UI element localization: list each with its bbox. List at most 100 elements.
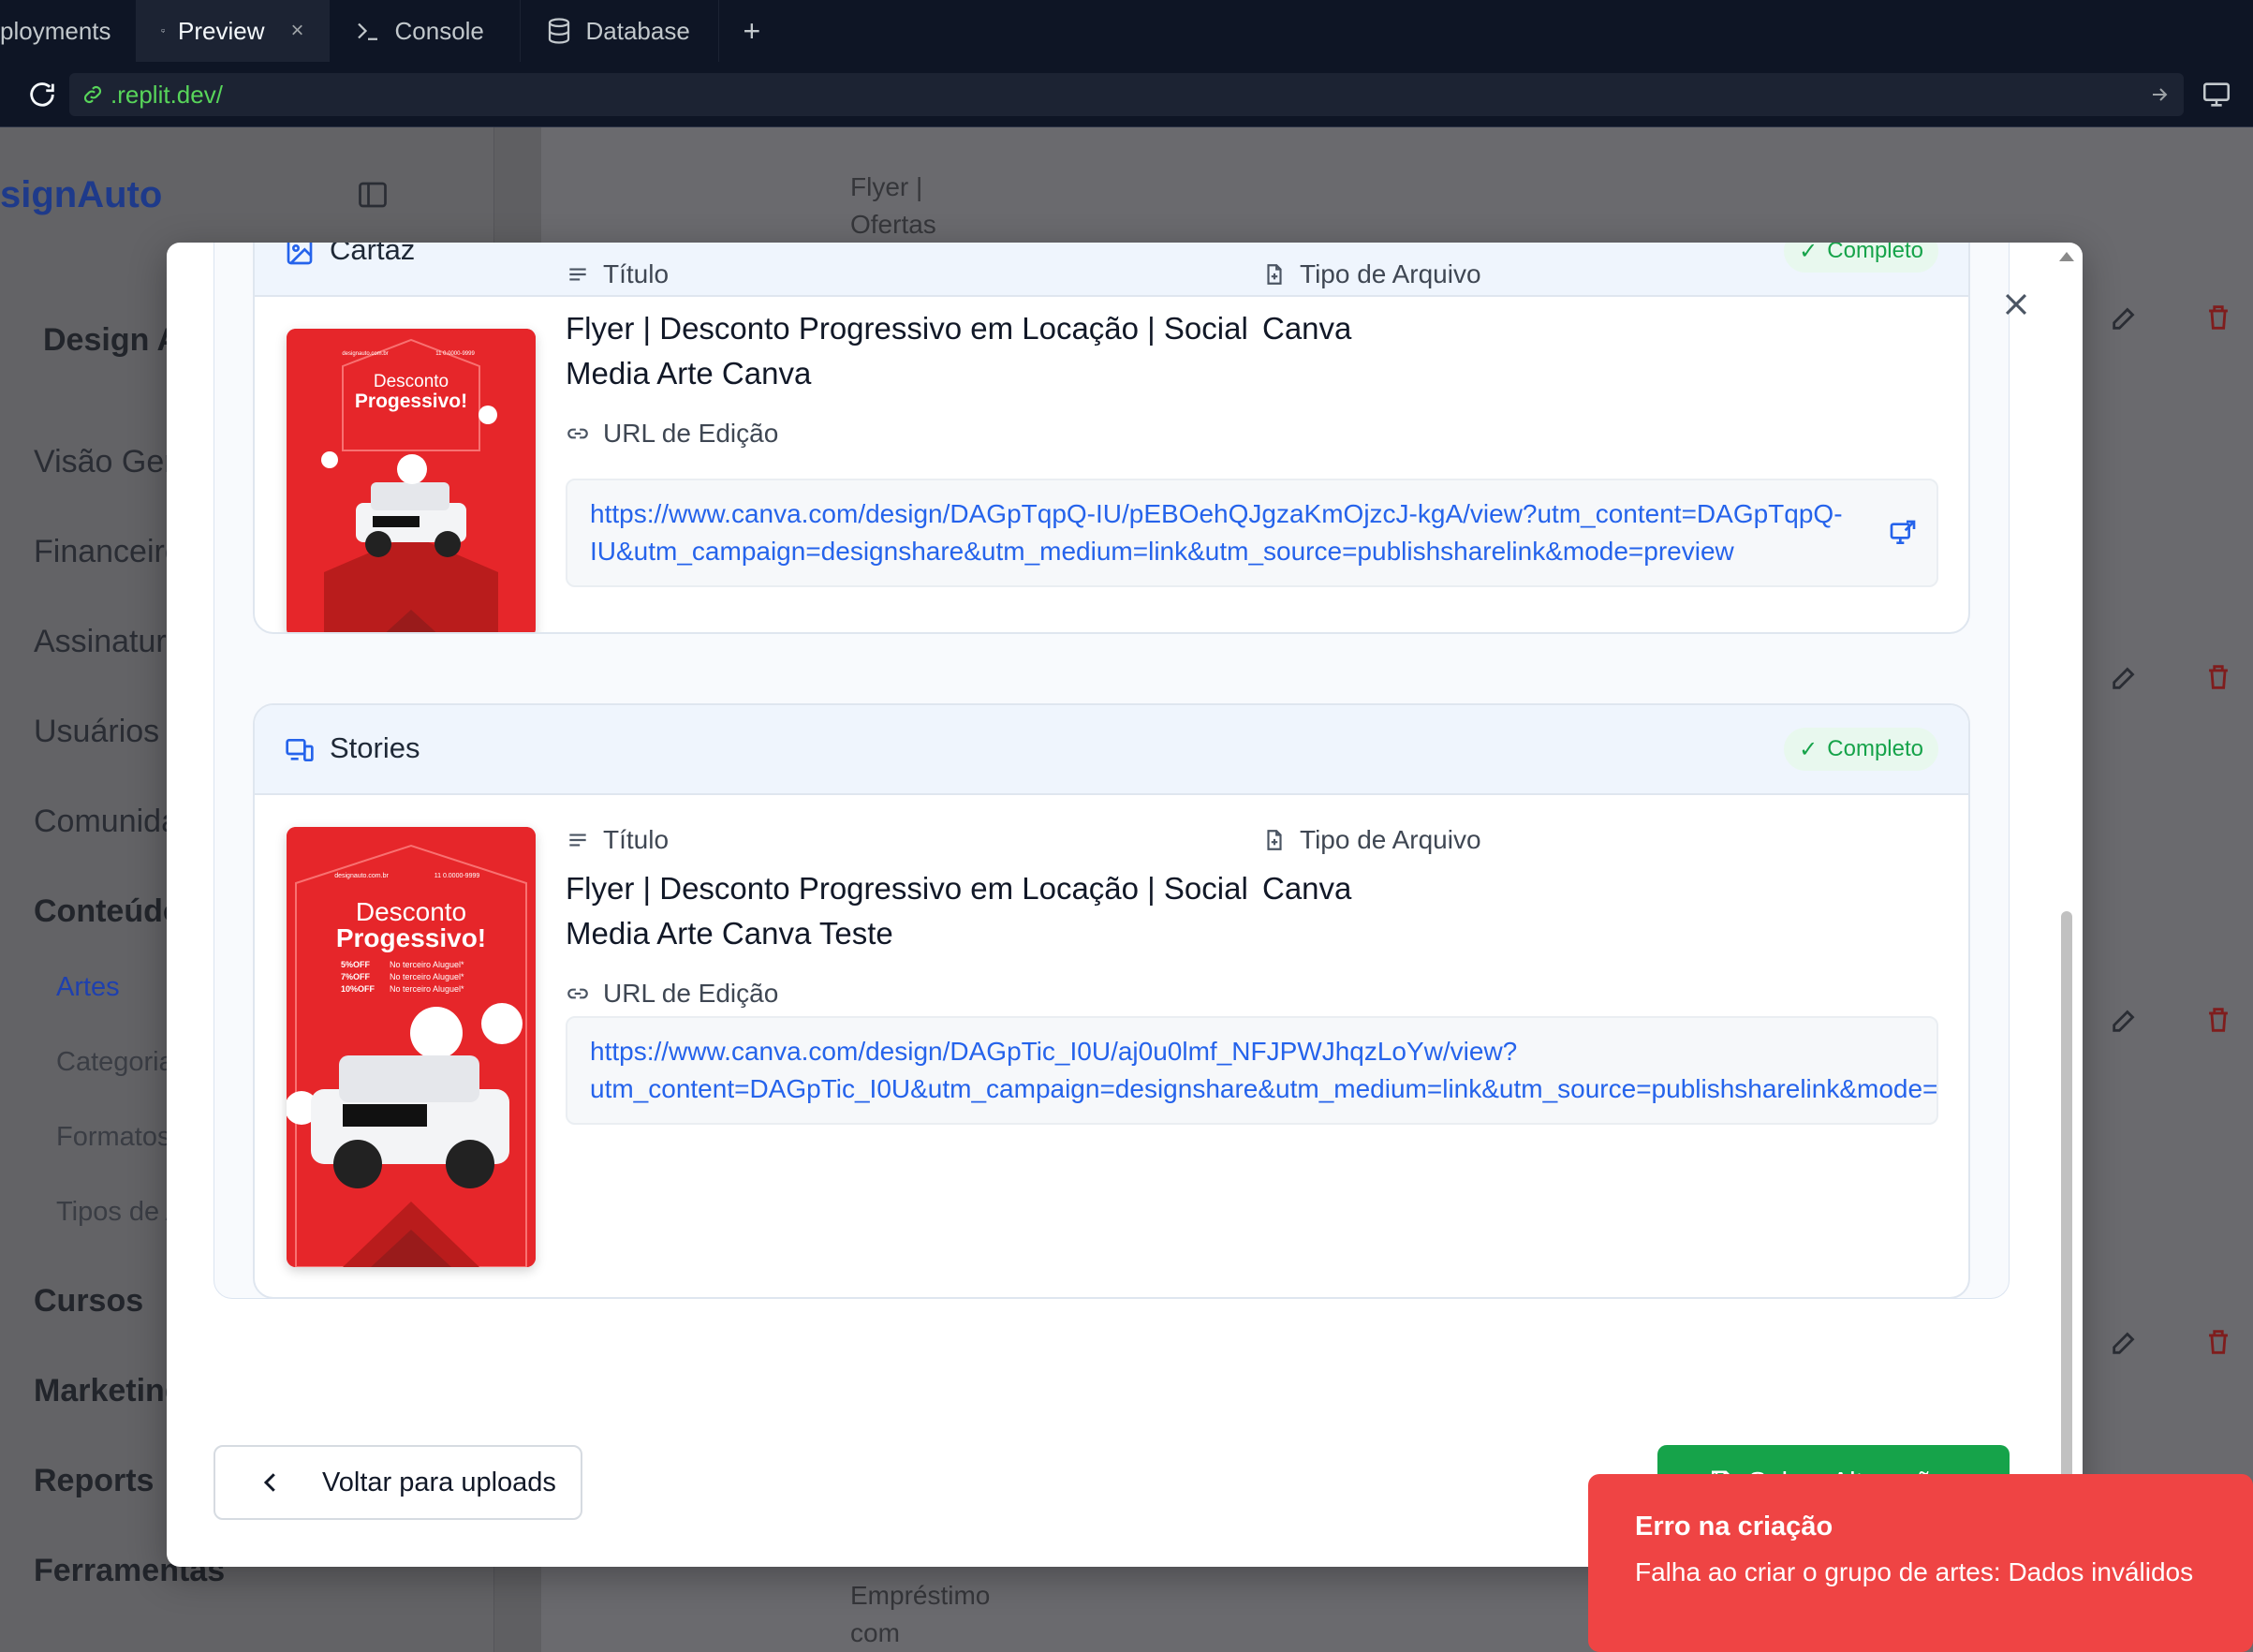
tab-console[interactable]: Console <box>330 0 521 62</box>
poster-site: designauto.com.br <box>342 351 388 357</box>
text-lines-icon <box>569 268 586 281</box>
devices-icon[interactable] <box>2201 79 2232 111</box>
sidebar-toggle-icon[interactable] <box>356 178 390 212</box>
tipo-arquivo-value: Canva <box>1262 871 1352 906</box>
status-badge: ✓ Completo <box>1784 243 1938 273</box>
close-tab-icon[interactable]: × <box>290 18 303 44</box>
bg-row-title: Flyer | Ofertas <box>850 172 936 239</box>
browser-urlbar: .replit.dev/ <box>0 62 2253 127</box>
poster-headline: Progessivo! <box>355 391 467 412</box>
delete-icon[interactable] <box>2202 302 2234 333</box>
check-icon: ✓ <box>1799 243 1819 264</box>
open-external-icon[interactable] <box>1888 518 1918 548</box>
link-icon <box>567 428 588 439</box>
sidebar-item-comunidade[interactable]: Comunida <box>34 804 179 840</box>
bg-row-title: Empréstimo com <box>850 1581 991 1647</box>
sidebar-item-artes[interactable]: Artes <box>56 972 120 1003</box>
tab-label: Database <box>585 16 690 45</box>
titulo-label: Título <box>566 259 669 289</box>
check-icon: ✓ <box>1799 736 1819 762</box>
workspace-name: Design A <box>43 322 181 358</box>
delete-icon[interactable] <box>2202 1004 2234 1036</box>
sidebar-item-financeiro[interactable]: Financeiro <box>34 534 183 570</box>
sidebar-item-tipos[interactable]: Tipos de A <box>56 1197 184 1228</box>
url-edicao-field[interactable]: https://www.canva.com/design/DAGpTic_I0U… <box>566 1016 1938 1125</box>
tab-label: ployments <box>0 16 111 45</box>
delete-icon[interactable] <box>2202 661 2234 693</box>
poster-offer: No terceiro Aluguel* <box>390 960 464 969</box>
poster-offer: 5%OFF <box>341 960 371 969</box>
error-toast: Erro na criação Falha ao criar o grupo d… <box>1588 1474 2253 1652</box>
tab-label: Console <box>394 16 484 45</box>
sidebar-item-marketing[interactable]: Marketing <box>34 1373 184 1409</box>
tipo-arquivo-label: Tipo de Arquivo <box>1262 825 1481 855</box>
link-icon <box>567 988 588 999</box>
art-thumbnail[interactable]: Desconto Progessivo! designauto.com.br 1… <box>287 329 536 632</box>
poster-offer: 10%OFF <box>341 984 376 994</box>
edit-icon[interactable] <box>2109 1004 2141 1036</box>
sidebar-item-categorias[interactable]: Categoria <box>56 1047 174 1078</box>
sidebar-item-usuarios[interactable]: Usuários <box>34 714 159 750</box>
poster-phone: 11 0.0000-9999 <box>435 351 475 357</box>
back-to-uploads-button[interactable]: Voltar para uploads <box>214 1445 582 1520</box>
art-thumbnail[interactable]: Desconto Progessivo! designauto.com.br 1… <box>287 827 536 1267</box>
scroll-up-arrow-icon[interactable] <box>2059 252 2074 261</box>
tipo-arquivo-value: Canva <box>1262 311 1352 346</box>
close-modal-button[interactable] <box>1995 283 2038 326</box>
sidebar-item-formatos[interactable]: Formatos <box>56 1122 170 1153</box>
toast-title: Erro na criação <box>1635 1512 1833 1541</box>
url-edicao-field[interactable]: https://www.canva.com/design/DAGpTqpQ-IU… <box>566 479 1938 587</box>
scrollbar-thumb[interactable] <box>2061 911 2072 1567</box>
database-icon <box>548 18 569 44</box>
file-icon <box>1267 830 1282 850</box>
toast-message: Falha ao criar o grupo de artes: Dados i… <box>1635 1557 2194 1586</box>
sidebar-item-cursos[interactable]: Cursos <box>34 1283 143 1320</box>
poster-graphic: Desconto Progessivo! designauto.com.br 1… <box>287 329 536 632</box>
poster-headline: Desconto <box>374 372 449 391</box>
monitor-icon <box>160 29 165 33</box>
edit-icon[interactable] <box>2109 302 2141 333</box>
sidebar-item-reports[interactable]: Reports <box>34 1463 154 1499</box>
card-header: Cartaz ✓ Completo <box>255 243 1968 297</box>
tab-preview[interactable]: Preview × <box>136 0 330 62</box>
titulo-value: Flyer | Desconto Progressivo em Locação … <box>566 311 1248 391</box>
image-icon <box>287 243 313 265</box>
tab-deployments[interactable]: ployments <box>0 0 137 62</box>
sidebar-logo: signAuto <box>0 174 163 215</box>
format-card-cartaz: Cartaz ✓ Completo Desconto Progessivo! d… <box>253 243 1970 634</box>
url-text: .replit.dev/ <box>110 80 223 109</box>
card-title: Stories <box>330 731 420 764</box>
devices-icon <box>286 739 314 761</box>
edit-icon[interactable] <box>2109 1326 2141 1358</box>
go-arrow-icon[interactable] <box>2148 83 2171 106</box>
format-card-stories: Stories ✓ Completo Desconto Progessivo! … <box>253 703 1970 1299</box>
poster-site: designauto.com.br <box>334 873 389 879</box>
tipo-arquivo-label: Tipo de Arquivo <box>1262 259 1481 289</box>
titulo-value: Flyer | Desconto Progressivo em Locação … <box>566 871 1248 951</box>
file-icon <box>1267 264 1282 285</box>
sidebar-item-assinaturas[interactable]: Assinatura <box>34 624 184 660</box>
link-icon <box>83 85 102 104</box>
text-lines-icon <box>569 833 586 847</box>
url-edicao-label: URL de Edição <box>566 979 778 1009</box>
close-icon <box>2005 293 2027 316</box>
sidebar-item-conteudo[interactable]: Conteúdo <box>34 893 183 930</box>
edit-icon[interactable] <box>2109 661 2141 693</box>
url-edicao-label: URL de Edição <box>566 419 778 449</box>
chevron-left-icon <box>263 1473 275 1492</box>
poster-phone: 11 0.0000-9999 <box>434 873 480 879</box>
tab-database[interactable]: Database <box>521 0 719 62</box>
titulo-label: Título <box>566 825 669 855</box>
delete-icon[interactable] <box>2202 1326 2234 1358</box>
edit-art-modal: Cartaz ✓ Completo Desconto Progessivo! d… <box>167 243 2083 1567</box>
status-badge: ✓ Completo <box>1784 728 1938 771</box>
poster-offer: No terceiro Aluguel* <box>390 972 464 981</box>
reload-icon[interactable] <box>26 79 58 111</box>
poster-offer: No terceiro Aluguel* <box>390 984 464 994</box>
terminal-icon <box>357 22 377 40</box>
poster-headline: Progessivo! <box>336 923 486 952</box>
url-input[interactable]: .replit.dev/ <box>69 73 2184 116</box>
poster-graphic: Desconto Progessivo! designauto.com.br 1… <box>287 827 536 1267</box>
new-tab-button[interactable]: + <box>719 0 786 62</box>
browser-tabbar: ployments Preview × Console Database + <box>0 0 2253 62</box>
